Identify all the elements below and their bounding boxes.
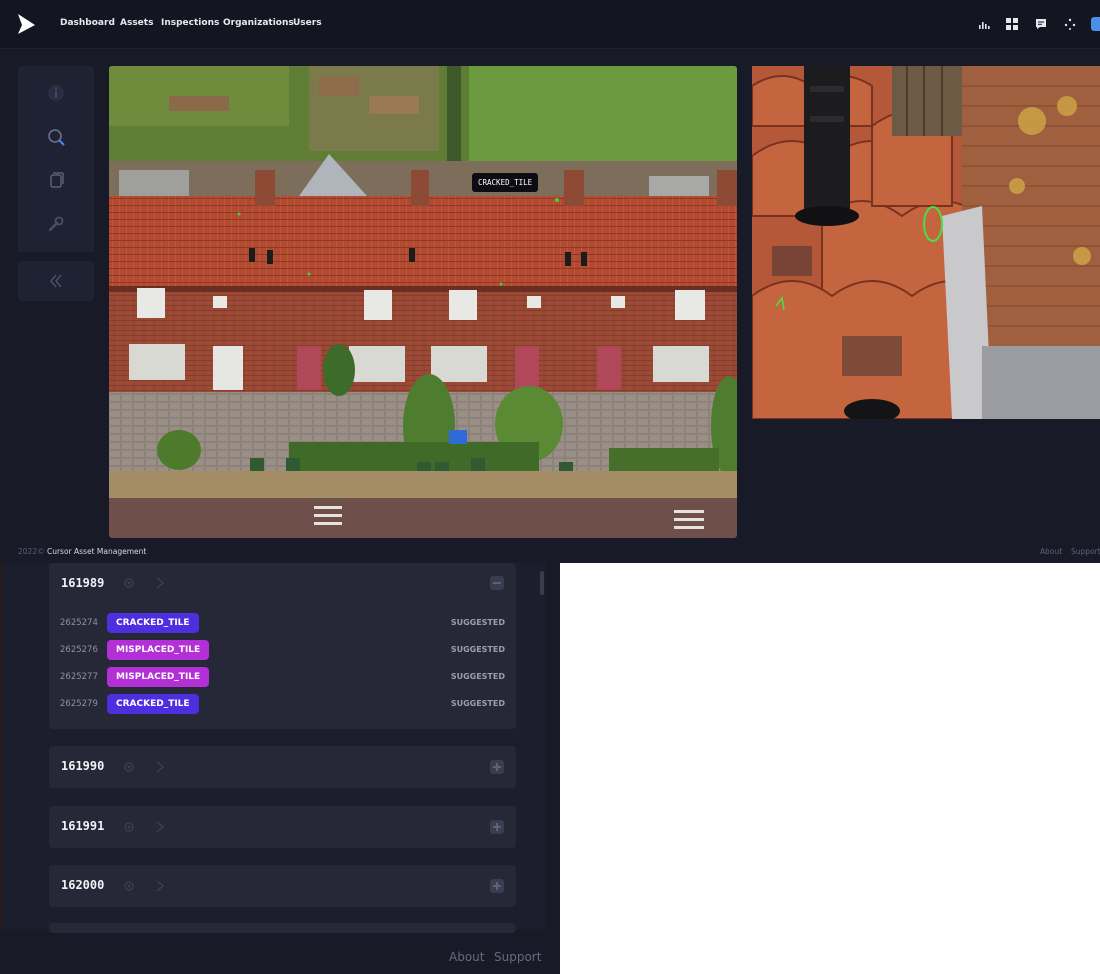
nav-dashboard[interactable]: Dashboard (60, 18, 115, 28)
nav-assets[interactable]: Assets (120, 18, 153, 28)
detail-photo[interactable] (752, 66, 1100, 419)
inspection-photo[interactable] (109, 66, 737, 538)
support-link[interactable]: Support (1071, 547, 1100, 556)
chevron-right-icon[interactable] (155, 761, 165, 773)
group-id: 162000 (61, 878, 105, 892)
list-item[interactable]: 2625274 CRACKED_TILE SUGGESTED (49, 613, 516, 633)
annotation-group[interactable] (49, 923, 516, 933)
tag-badge[interactable]: CRACKED_TILE (107, 694, 199, 714)
tag-badge[interactable]: MISPLACED_TILE (107, 640, 210, 660)
expand-group-button[interactable] (490, 879, 504, 893)
annotation-list: 161989 2625274 CRACKED_TILE SUGGESTED 26… (0, 563, 546, 933)
chevron-right-icon[interactable] (155, 821, 165, 833)
search-icon[interactable] (45, 126, 67, 148)
collapse-sidebar-button[interactable] (18, 261, 94, 301)
copyright: 2022© Cursor Asset Management (18, 547, 146, 556)
copyright-symbol: © (37, 547, 45, 556)
tag-badge[interactable]: CRACKED_TILE (107, 613, 199, 633)
group-id: 161990 (61, 759, 105, 773)
annotation-group: 161989 2625274 CRACKED_TILE SUGGESTED 26… (49, 563, 516, 729)
annotation-label[interactable]: CRACKED_TILE (472, 173, 539, 192)
tag-badge[interactable]: MISPLACED_TILE (107, 667, 210, 687)
status-label: SUGGESTED (450, 645, 505, 654)
nav-users[interactable]: Users (293, 18, 322, 28)
locate-icon[interactable] (123, 761, 135, 773)
copyright-year: 2022 (18, 547, 38, 556)
locate-icon[interactable] (123, 577, 135, 589)
nav-organizations[interactable]: Organizations (223, 18, 294, 28)
company-name: Cursor Asset Management (46, 547, 147, 556)
bar-chart-icon[interactable] (977, 17, 991, 31)
support-link[interactable]: Support (494, 950, 541, 964)
wrench-icon[interactable] (45, 213, 67, 235)
group-id: 161989 (61, 576, 105, 590)
panel-edge (0, 563, 3, 929)
annotation-id: 2625279 (60, 699, 98, 709)
double-chevron-left-icon (50, 274, 62, 288)
row-houses-image (109, 66, 737, 538)
status-label: SUGGESTED (450, 618, 505, 627)
status-label: SUGGESTED (450, 672, 505, 681)
annotation-id: 2625276 (60, 645, 98, 655)
annotation-group[interactable]: 162000 (49, 865, 516, 907)
about-link[interactable]: About (449, 950, 484, 964)
chevron-right-icon[interactable] (155, 577, 165, 589)
tool-panel (18, 66, 94, 252)
list-item[interactable]: 2625276 MISPLACED_TILE SUGGESTED (49, 640, 516, 660)
annotation-id: 2625274 (60, 618, 98, 628)
annotation-id: 2625277 (60, 672, 98, 682)
about-link[interactable]: About (1040, 547, 1062, 556)
nav-inspections[interactable]: Inspections (161, 18, 219, 28)
locate-icon[interactable] (123, 821, 135, 833)
locate-icon[interactable] (123, 880, 135, 892)
status-label: SUGGESTED (450, 699, 505, 708)
expand-group-button[interactable] (490, 760, 504, 774)
roof-tile-closeup-image (752, 66, 1100, 419)
top-navbar: Dashboard Assets Inspections Organizatio… (0, 0, 1100, 49)
annotations-panel: 161989 2625274 CRACKED_TILE SUGGESTED 26… (0, 563, 560, 974)
group-id: 161991 (61, 819, 105, 833)
info-icon[interactable] (45, 82, 67, 104)
collapse-group-button[interactable] (490, 576, 504, 590)
annotation-group[interactable]: 161990 (49, 746, 516, 788)
cursor-logo-icon[interactable] (16, 13, 36, 35)
grid-icon[interactable] (1005, 17, 1019, 31)
inspection-viewer: Dashboard Assets Inspections Organizatio… (0, 0, 1100, 563)
app-footer: 2022© Cursor Asset Management About Supp… (0, 541, 1100, 563)
chat-icon[interactable] (1034, 17, 1048, 31)
copy-icon[interactable] (45, 169, 67, 191)
avatar[interactable] (1091, 17, 1100, 31)
list-item[interactable]: 2625277 MISPLACED_TILE SUGGESTED (49, 667, 516, 687)
scrollbar[interactable] (540, 571, 544, 595)
chevron-right-icon[interactable] (155, 880, 165, 892)
list-item[interactable]: 2625279 CRACKED_TILE SUGGESTED (49, 694, 516, 714)
sparkle-icon[interactable] (1063, 17, 1077, 31)
annotation-group[interactable]: 161991 (49, 806, 516, 848)
expand-group-button[interactable] (490, 820, 504, 834)
